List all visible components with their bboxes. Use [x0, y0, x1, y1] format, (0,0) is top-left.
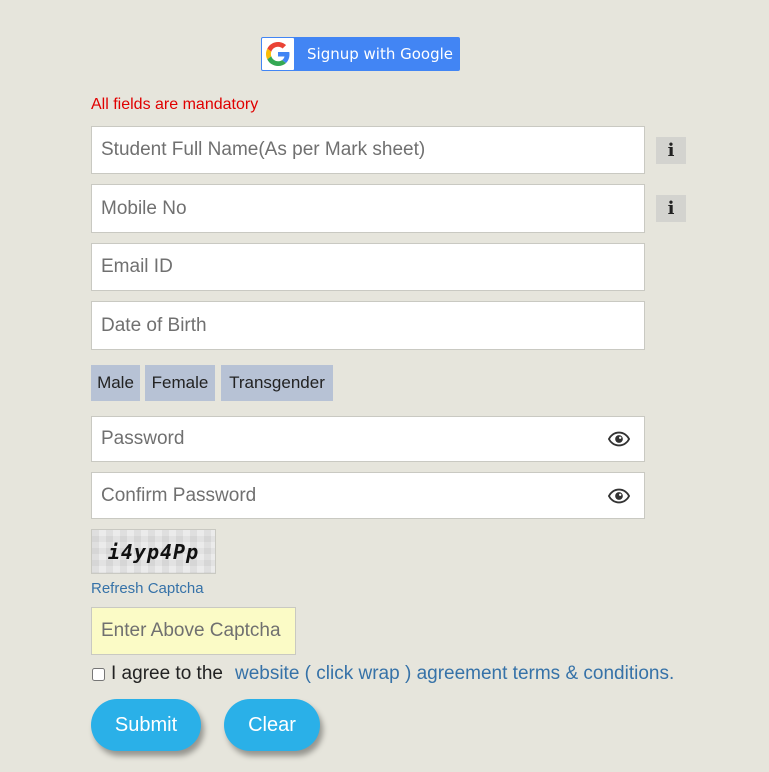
- full-name-input[interactable]: [92, 127, 644, 173]
- email-field[interactable]: [91, 243, 645, 291]
- password-input[interactable]: [92, 417, 644, 461]
- refresh-captcha-link[interactable]: Refresh Captcha: [91, 580, 204, 597]
- captcha-text: i4yp4Pp: [107, 539, 200, 564]
- agreement-row: I agree to the website ( click wrap ) ag…: [91, 663, 674, 685]
- confirm-password-field[interactable]: [91, 472, 645, 519]
- captcha-input[interactable]: [92, 608, 295, 654]
- gender-female-option[interactable]: Female: [145, 365, 215, 401]
- full-name-field[interactable]: [91, 126, 645, 174]
- captcha-field[interactable]: [91, 607, 296, 655]
- mobile-field[interactable]: [91, 184, 645, 233]
- gender-male-option[interactable]: Male: [91, 365, 140, 401]
- mandatory-note: All fields are mandatory: [91, 96, 259, 113]
- clear-button[interactable]: Clear: [224, 699, 320, 751]
- captcha-image: i4yp4Pp: [91, 529, 216, 574]
- google-signup-label: Signup with Google: [307, 45, 454, 63]
- mobile-input[interactable]: [92, 185, 644, 232]
- dob-field[interactable]: [91, 301, 645, 350]
- show-password-eye-icon[interactable]: [608, 431, 630, 447]
- agree-text: I agree to the: [111, 663, 223, 684]
- google-signup-button[interactable]: Signup with Google: [261, 37, 460, 71]
- submit-button[interactable]: Submit: [91, 699, 201, 751]
- password-field[interactable]: [91, 416, 645, 462]
- show-confirm-password-eye-icon[interactable]: [608, 488, 630, 504]
- terms-link[interactable]: website ( click wrap ) agreement terms &…: [235, 663, 674, 685]
- confirm-password-input[interactable]: [92, 473, 644, 518]
- mobile-info-icon[interactable]: i: [656, 195, 686, 222]
- google-g-icon: [262, 38, 294, 70]
- full-name-info-icon[interactable]: i: [656, 137, 686, 164]
- agree-checkbox[interactable]: [92, 667, 105, 681]
- dob-input[interactable]: [92, 302, 644, 349]
- email-input[interactable]: [92, 244, 644, 290]
- gender-transgender-option[interactable]: Transgender: [221, 365, 333, 401]
